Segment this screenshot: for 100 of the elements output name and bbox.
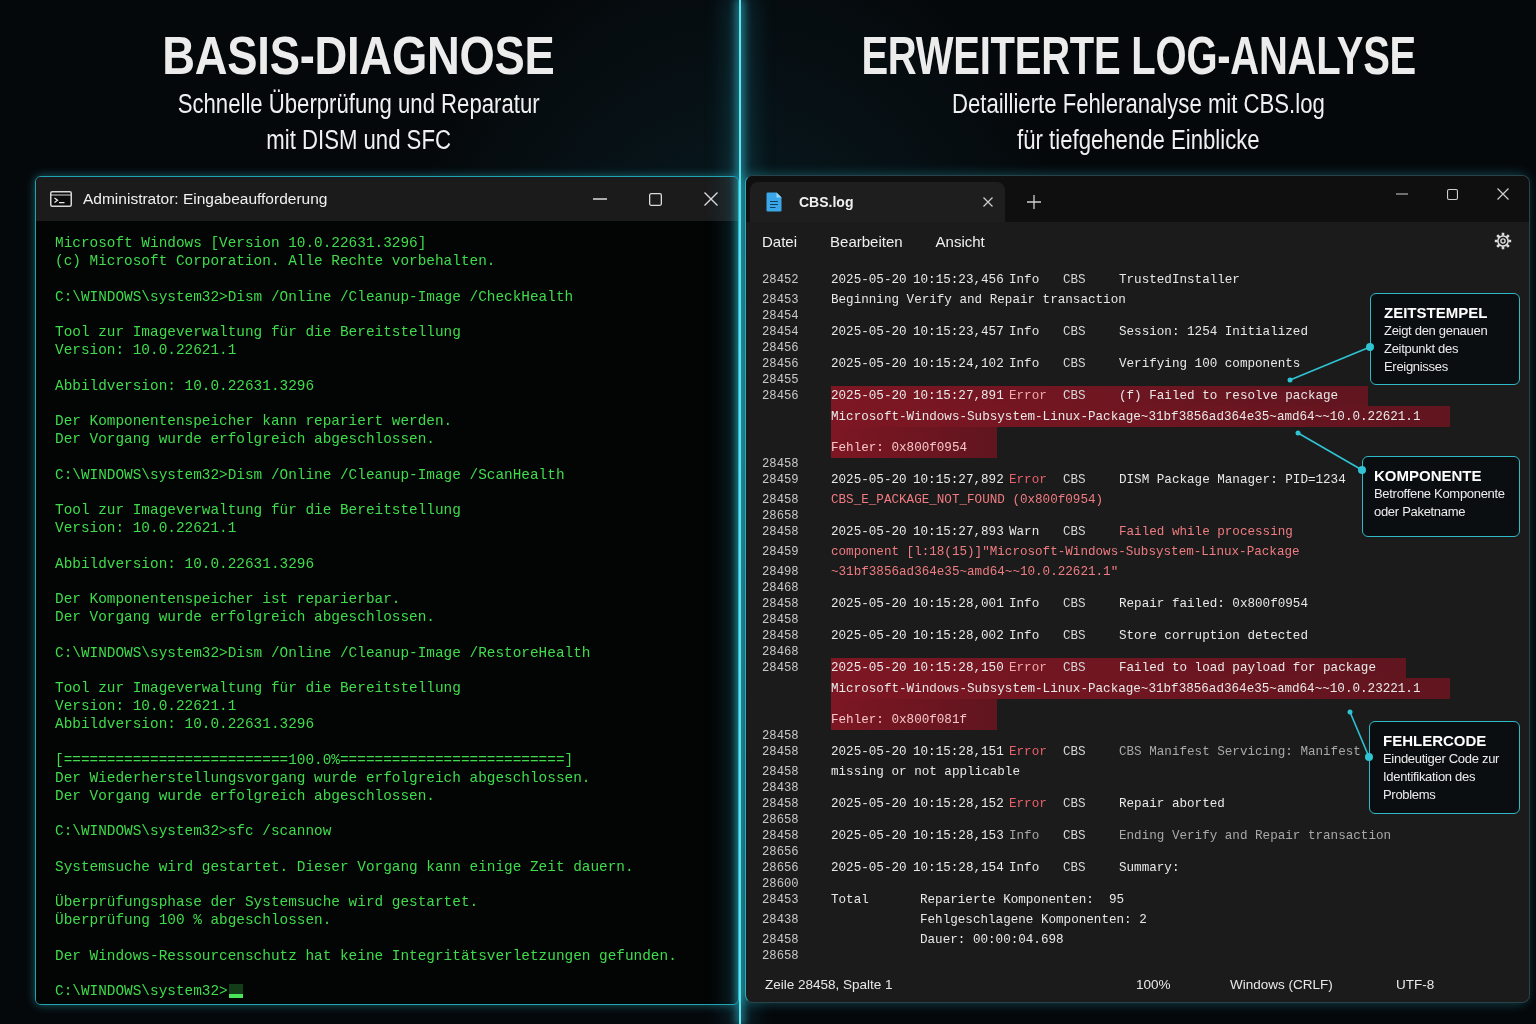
- line-number: 28454: [762, 324, 800, 341]
- line-number: 28458: [762, 730, 800, 742]
- terminal-line: (c) Microsoft Corporation. Alle Rechte vorbehalten.: [55, 252, 496, 270]
- log-time: 10:15:23,457: [913, 325, 1004, 339]
- line-number: 28458: [762, 764, 800, 781]
- menu-item[interactable]: Ansicht: [935, 232, 985, 250]
- log-severity: Error: [1009, 745, 1047, 759]
- log-text: Beginning Verify and Repair transaction: [831, 293, 1126, 307]
- menu-item[interactable]: Datei: [762, 232, 798, 250]
- log-source: CBS: [1063, 273, 1086, 287]
- line-number: 28438: [762, 912, 800, 929]
- terminal-line: Der Vorgang wurde erfolgreich abgeschlossen.: [55, 430, 435, 448]
- line-number: 28468: [762, 646, 800, 658]
- line-number: 28458: [762, 492, 800, 509]
- terminal-line: Version: 10.0.22621.1: [55, 341, 237, 359]
- log-source: CBS: [1063, 597, 1086, 611]
- log-date: 2025-05-20: [831, 325, 907, 339]
- window-title: Administrator: Eingabeaufforderung: [83, 190, 328, 208]
- line-number: 28458: [762, 458, 800, 470]
- log-message: (f) Failed to resolve package: [1119, 389, 1339, 403]
- terminal-line: Abbildversion: 10.0.22631.3296: [55, 715, 315, 733]
- line-number: 28452: [762, 272, 800, 289]
- maximize-icon[interactable]: [649, 192, 662, 206]
- log-date: 2025-05-20: [831, 797, 907, 811]
- line-number: 28458: [762, 796, 800, 813]
- close-icon[interactable]: [704, 192, 718, 206]
- summary-text: Dauer: 00:00:04.698: [920, 933, 1064, 947]
- terminal-line: [==========================100.0%==========================]: [55, 750, 574, 769]
- close-icon[interactable]: [983, 197, 993, 207]
- line-number: 28456: [762, 388, 800, 405]
- log-message: Ending Verify and Repair transaction: [1119, 829, 1392, 843]
- line-number: 28459: [762, 472, 800, 489]
- log-date: 2025-05-20: [831, 829, 907, 843]
- log-severity: Error: [1009, 661, 1047, 675]
- terminal-line: Der Vorgang wurde erfolgreich abgeschlossen.: [55, 608, 435, 626]
- log-time: 10:15:28,001: [913, 597, 1004, 611]
- terminal-line: C:\WINDOWS\system32>sfc /scannow: [55, 822, 332, 840]
- line-number: 28458: [762, 596, 800, 613]
- settings-icon[interactable]: [1494, 232, 1512, 250]
- line-number: 28498: [762, 564, 800, 581]
- line-number: 28453: [762, 892, 800, 909]
- log-text: ~31bf3856ad364e35~amd64~~10.0.22621.1": [831, 565, 1119, 579]
- log-time: 10:15:28,154: [913, 861, 1004, 875]
- maximize-icon[interactable]: [1447, 188, 1458, 200]
- log-text: component [l:18(15)]"Microsoft-Windows-Subsystem-Linux-Package: [831, 545, 1300, 559]
- line-number: 28658: [762, 814, 800, 826]
- line-number: 28656: [762, 846, 800, 858]
- log-source: CBS: [1063, 661, 1086, 675]
- line-number: 28658: [762, 950, 800, 962]
- log-severity: Error: [1009, 473, 1047, 487]
- log-severity: Info: [1009, 273, 1040, 287]
- callout-title: FEHLERCODE: [1383, 731, 1488, 750]
- line-number: 28458: [762, 628, 800, 645]
- log-date: 2025-05-20: [831, 745, 907, 759]
- log-source: CBS: [1063, 525, 1086, 539]
- line-number: 28458: [762, 828, 800, 845]
- log-date: 2025-05-20: [831, 661, 907, 675]
- log-time: 10:15:28,002: [913, 629, 1004, 643]
- log-source: CBS: [1063, 861, 1086, 875]
- terminal-line: Überprüfung 100 % abgeschlossen.: [55, 911, 332, 929]
- log-time: 10:15:28,153: [913, 829, 1004, 843]
- log-source: CBS: [1063, 745, 1086, 759]
- log-time: 10:15:23,456: [913, 273, 1004, 287]
- menu-item[interactable]: Bearbeiten: [830, 232, 903, 250]
- panel-subheading: Schnelle Überprüfung und Reparatur mit DISM und SFC: [177, 88, 540, 157]
- log-severity: Info: [1009, 861, 1040, 875]
- line-number: 28456: [762, 342, 800, 354]
- log-message: Summary:: [1119, 861, 1180, 875]
- plus-icon[interactable]: [1027, 195, 1041, 209]
- file-tab[interactable]: CBS.log: [750, 182, 1005, 222]
- log-message: Repair failed: 0x800f0954: [1119, 597, 1308, 611]
- line-number: 28600: [762, 878, 800, 890]
- log-text: CBS_E_PACKAGE_NOT_FOUND (0x800f0954): [831, 493, 1104, 507]
- log-date: 2025-05-20: [831, 861, 907, 875]
- log-time: 10:15:24,102: [913, 357, 1004, 371]
- line-number: 28658: [762, 510, 800, 522]
- log-source: CBS: [1063, 325, 1086, 339]
- line-number: 28456: [762, 356, 800, 373]
- log-message: Failed while processing: [1119, 525, 1293, 539]
- log-severity: Warn: [1009, 525, 1040, 539]
- log-severity: Error: [1009, 389, 1047, 403]
- log-time: 10:15:28,150: [913, 661, 1004, 675]
- line-number: 28438: [762, 782, 800, 794]
- log-severity: Info: [1009, 829, 1040, 843]
- log-text: missing or not applicable: [831, 765, 1020, 779]
- log-source: CBS: [1063, 473, 1086, 487]
- log-date: 2025-05-20: [831, 473, 907, 487]
- callout-title: ZEITSTEMPEL: [1384, 303, 1489, 322]
- line-ending: Windows (CRLF): [1230, 977, 1333, 992]
- summary-text: Reparierte Komponenten: 95: [920, 893, 1125, 907]
- close-icon[interactable]: [1497, 188, 1509, 200]
- log-message: TrustedInstaller: [1119, 273, 1240, 287]
- line-number: 28458: [762, 932, 800, 949]
- leader-line: [1295, 430, 1366, 474]
- log-message: Verifying 100 components: [1119, 357, 1301, 371]
- terminal-icon: [50, 191, 72, 207]
- terminal-line: Tool zur Imageverwaltung für die Bereitstellung: [55, 679, 461, 697]
- log-time: 10:15:27,891: [913, 389, 1004, 403]
- callout-text: Betroffene Komponente oder Paketname: [1374, 485, 1506, 521]
- log-severity: Info: [1009, 357, 1040, 371]
